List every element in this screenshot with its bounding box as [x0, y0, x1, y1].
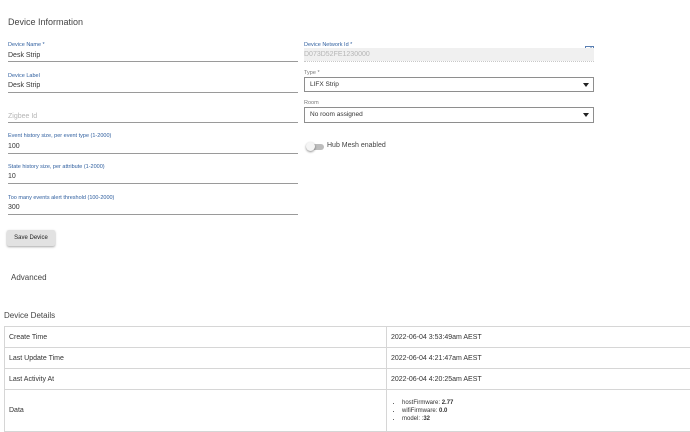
table-row: Data hostFirmware: 2.77 wifiFirmware: 0.… [5, 390, 690, 432]
state-history-label: State history size, per attribute (1-200… [8, 164, 105, 170]
table-row: Last Activity At 2022-06-04 4:20:25am AE… [5, 369, 690, 390]
data-label: Data [5, 390, 387, 432]
zigbee-id-underline [8, 122, 298, 123]
type-label: Type * [304, 70, 320, 76]
chevron-down-icon [583, 83, 589, 87]
device-label-label: Device Label [8, 73, 40, 79]
list-item: hostFirmware: 2.77 [402, 399, 690, 407]
last-update-time-label: Last Update Time [5, 348, 387, 369]
device-details-title: Device Details [4, 311, 55, 320]
chevron-down-icon [583, 113, 589, 117]
device-name-underline [8, 61, 298, 62]
device-name-input[interactable]: Desk Strip [8, 52, 40, 59]
wifi-firmware-key: wifiFirmware: [402, 408, 437, 414]
last-activity-label: Last Activity At [5, 369, 387, 390]
too-many-events-underline [8, 214, 298, 215]
last-update-time-value: 2022-06-04 4:21:47am AEST [387, 348, 690, 369]
state-history-underline [8, 183, 298, 184]
network-id-underline [304, 61, 594, 62]
last-activity-value: 2022-06-04 4:20:25am AEST [387, 369, 690, 390]
toggle-knob [306, 142, 315, 151]
room-select[interactable]: No room assigned [304, 107, 594, 123]
type-selected-value: LIFX Strip [310, 81, 339, 88]
type-select[interactable]: LIFX Strip [304, 77, 594, 92]
event-history-input[interactable]: 100 [8, 143, 20, 150]
hub-mesh-label: Hub Mesh enabled [327, 142, 386, 149]
wifi-firmware-value: 0.0 [439, 408, 447, 414]
device-information-title: Device Information [8, 17, 83, 27]
device-label-input[interactable]: Desk Strip [8, 82, 40, 89]
model-key: model: : [402, 416, 423, 422]
zigbee-id-input[interactable]: Zigbee Id [8, 113, 37, 120]
table-row: Last Update Time 2022-06-04 4:21:47am AE… [5, 348, 690, 369]
table-row: Create Time 2022-06-04 3:53:49am AEST [5, 327, 690, 348]
too-many-events-input[interactable]: 300 [8, 204, 20, 211]
host-firmware-key: hostFirmware: [402, 400, 440, 406]
save-device-button[interactable]: Save Device [7, 230, 55, 246]
model-value: 32 [423, 416, 430, 422]
advanced-toggle[interactable]: Advanced [11, 273, 47, 282]
too-many-events-label: Too many events alert threshold (100-200… [8, 195, 114, 201]
event-history-label: Event history size, per event type (1-20… [8, 133, 111, 139]
room-selected-value: No room assigned [310, 111, 363, 118]
list-item: model: :32 [402, 415, 690, 423]
device-details-table: Create Time 2022-06-04 3:53:49am AEST La… [4, 326, 690, 432]
event-history-underline [8, 153, 298, 154]
state-history-input[interactable]: 10 [8, 173, 16, 180]
data-value: hostFirmware: 2.77 wifiFirmware: 0.0 mod… [387, 390, 690, 432]
network-id-value: D073D52FE1230000 [304, 51, 370, 58]
hub-mesh-toggle[interactable] [306, 142, 324, 152]
room-label: Room [304, 100, 319, 106]
device-name-label: Device Name * [8, 42, 45, 48]
create-time-value: 2022-06-04 3:53:49am AEST [387, 327, 690, 348]
firmware-list: hostFirmware: 2.77 wifiFirmware: 0.0 mod… [391, 399, 690, 423]
device-label-underline [8, 92, 298, 93]
create-time-label: Create Time [5, 327, 387, 348]
host-firmware-value: 2.77 [442, 400, 454, 406]
list-item: wifiFirmware: 0.0 [402, 407, 690, 415]
